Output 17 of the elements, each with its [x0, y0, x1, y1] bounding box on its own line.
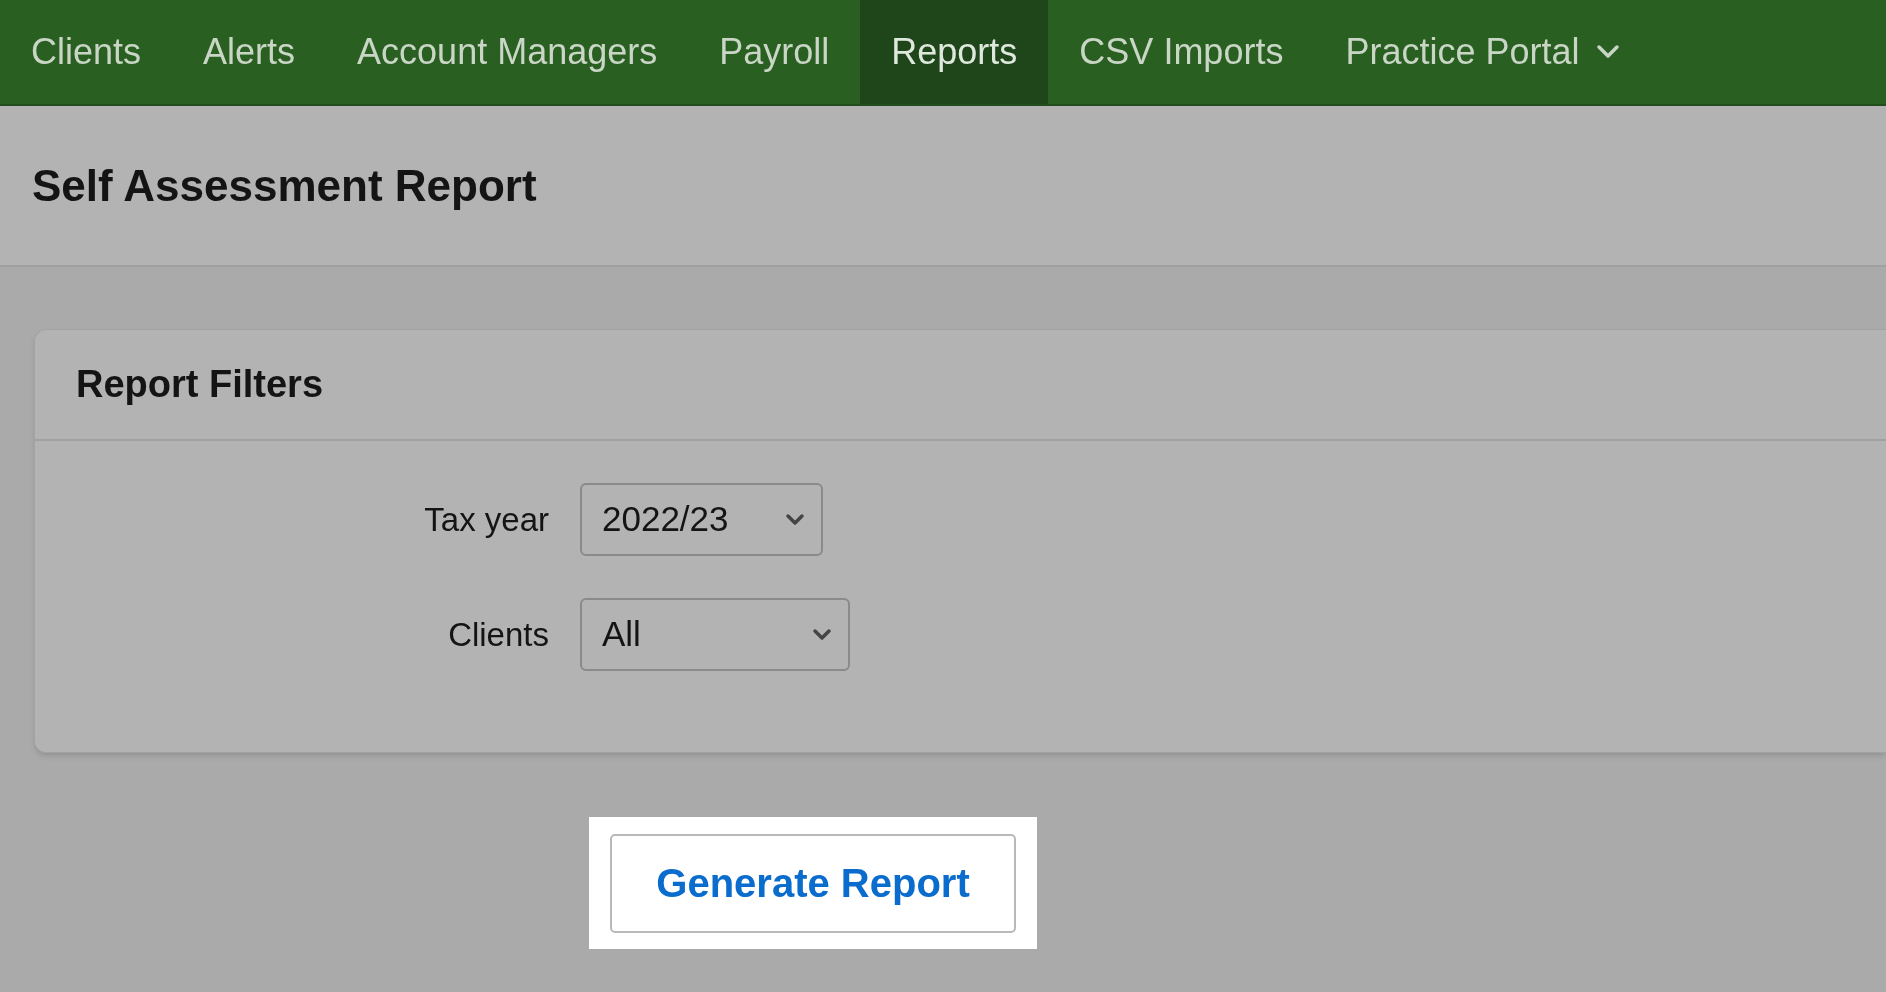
chevron-down-icon [1595, 44, 1620, 60]
nav-tab[interactable]: Account Managers [326, 0, 689, 104]
nav-tab[interactable]: Practice Portal [1314, 0, 1651, 104]
select-dropdown[interactable]: 2022/23 [580, 483, 823, 556]
card-title: Report Filters [76, 362, 324, 407]
field-label: Tax year [423, 499, 550, 540]
nav-tab[interactable]: Reports [860, 0, 1049, 104]
page-title: Self Assessment Report [32, 159, 537, 212]
field-label: Clients [447, 614, 550, 655]
nav-tab[interactable]: Clients [0, 0, 173, 104]
nav-tab[interactable]: Alerts [172, 0, 327, 104]
select-dropdown[interactable]: All [580, 598, 850, 671]
nav-tab[interactable]: Payroll [688, 0, 861, 104]
generate-report-button[interactable]: Generate Report [610, 833, 1016, 933]
chevron-down-icon [785, 513, 805, 526]
chevron-down-icon [812, 628, 832, 641]
nav-tab[interactable]: CSV Imports [1048, 0, 1315, 104]
